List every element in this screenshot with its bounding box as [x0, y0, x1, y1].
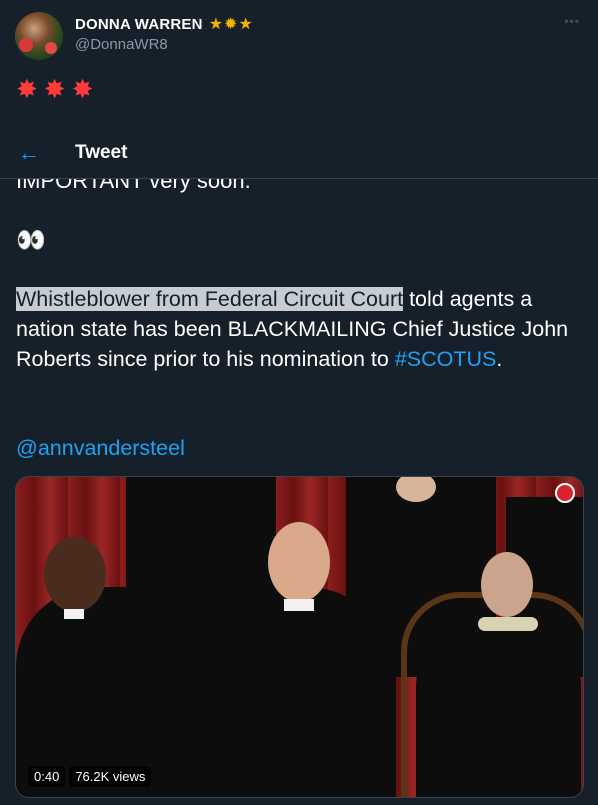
view-count: 76.2K views: [69, 766, 152, 787]
display-name[interactable]: DONNA WARREN: [75, 16, 203, 33]
collar-center: [284, 599, 314, 611]
eyes-emoji-icon: 👀: [16, 227, 46, 254]
highlighted-text: Whistleblower from Federal Circuit Court: [16, 287, 404, 311]
video-duration: 0:40: [28, 766, 66, 787]
video-player[interactable]: 0:40 76.2K views: [15, 476, 584, 798]
face-right: [481, 552, 533, 617]
tweet-body: Whistleblower from Federal Circuit Court…: [16, 284, 582, 374]
collar-left: [64, 609, 84, 619]
avatar[interactable]: [15, 12, 63, 60]
video-overlay: 0:40 76.2K views: [28, 766, 152, 787]
figure-center: [196, 587, 396, 797]
mention-link[interactable]: @annvandersteel: [16, 436, 185, 461]
face-left: [44, 537, 106, 612]
avatar-flower: [19, 38, 33, 52]
sparkle-emojis-icon: ✸✸✸: [16, 74, 100, 104]
face-center: [268, 522, 330, 602]
back-arrow-icon[interactable]: ←: [18, 140, 40, 166]
user-handle[interactable]: @DonnaWR8: [75, 36, 168, 53]
tweet-period: .: [496, 347, 503, 371]
avatar-flower-2: [45, 42, 57, 54]
tweet-topbar: ← Tweet: [0, 130, 598, 179]
name-row: DONNA WARREN ★✹★: [75, 14, 254, 34]
star-badges-icon: ★✹★: [208, 16, 254, 33]
page-title: Tweet: [75, 142, 128, 163]
figure-right: [416, 617, 581, 797]
hashtag-link[interactable]: #SCOTUS: [395, 347, 497, 371]
channel-logo-icon: [555, 483, 575, 503]
more-options-icon[interactable]: ◦◦◦: [564, 14, 580, 28]
profile-header: DONNA WARREN ★✹★ @DonnaWR8 ◦◦◦: [0, 0, 598, 70]
lace-collar: [478, 617, 538, 631]
